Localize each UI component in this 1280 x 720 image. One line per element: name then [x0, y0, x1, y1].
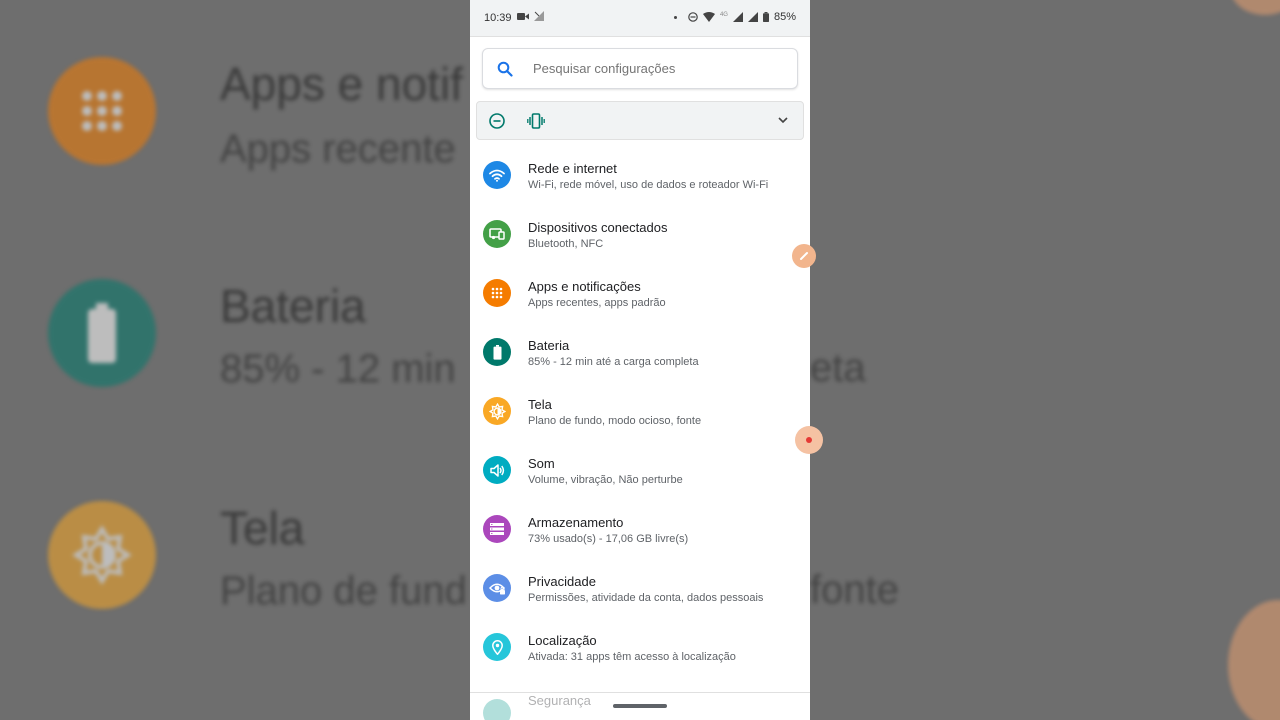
- setting-subtitle: Wi-Fi, rede móvel, uso de dados e rotead…: [528, 179, 769, 191]
- setting-subtitle: 85% - 12 min até a carga completa: [528, 356, 699, 368]
- video-camera-icon: [517, 12, 529, 20]
- search-input[interactable]: [533, 61, 773, 76]
- pencil-icon: [800, 252, 808, 260]
- floating-record-button[interactable]: [795, 426, 823, 454]
- bg-apps-subtitle: Apps recente: [220, 127, 456, 171]
- setting-item-sound[interactable]: Som Volume, vibração, Não perturbe: [470, 440, 810, 499]
- setting-subtitle: Bluetooth, NFC: [528, 238, 604, 250]
- setting-subtitle: Apps recentes, apps padrão: [528, 297, 666, 309]
- setting-item-location[interactable]: Localização Ativada: 31 apps têm acesso …: [470, 617, 810, 676]
- setting-subtitle: Ativada: 31 apps têm acesso à localizaçã…: [528, 651, 736, 663]
- bg-floating-record-button: [1228, 600, 1280, 720]
- setting-item-privacy[interactable]: Privacidade Permissões, atividade da con…: [470, 558, 810, 617]
- setting-title: Dispositivos conectados: [528, 220, 668, 235]
- storage-icon: [483, 515, 511, 543]
- setting-subtitle: 73% usado(s) - 17,06 GB livre(s): [528, 533, 689, 545]
- security-icon: [483, 699, 511, 720]
- setting-title: Privacidade: [528, 574, 596, 589]
- conditions-bar[interactable]: [476, 101, 804, 140]
- bg-battery-subtitle-right: eta: [810, 346, 866, 390]
- apps-grid-icon: [483, 279, 511, 307]
- bg-display-title: Tela: [220, 502, 305, 554]
- phone-screen: 10:39 4G 85% Rede e internet: [470, 0, 810, 720]
- home-gesture-handle[interactable]: [613, 704, 667, 708]
- setting-title: Tela: [528, 397, 552, 412]
- signal-icon: [732, 12, 743, 22]
- dnd-status-icon: [688, 12, 698, 22]
- battery-percent: 85%: [773, 11, 796, 23]
- setting-subtitle: Plano de fundo, modo ocioso, fonte: [528, 415, 702, 427]
- wifi-icon: [483, 161, 511, 189]
- setting-item-battery[interactable]: Bateria 85% - 12 min até a carga complet…: [470, 322, 810, 381]
- volume-icon: [483, 456, 511, 484]
- brightness-icon: [483, 397, 511, 425]
- signal-secondary-icon: [747, 12, 758, 22]
- setting-title: Rede e internet: [528, 161, 617, 176]
- bg-apps-grid-icon: [48, 57, 156, 165]
- privacy-eye-icon: [483, 574, 511, 602]
- location-pin-icon: [483, 633, 511, 661]
- setting-subtitle: Permissões, atividade da conta, dados pe…: [528, 592, 764, 604]
- status-bar: 10:39 4G 85%: [470, 0, 810, 37]
- search-icon: [497, 61, 513, 77]
- bg-battery-subtitle: 85% - 12 min: [220, 347, 456, 391]
- bg-display-subtitle-right: fonte: [810, 568, 899, 612]
- setting-item-apps[interactable]: Apps e notificações Apps recentes, apps …: [470, 263, 810, 322]
- floating-pen-button[interactable]: [792, 244, 816, 268]
- bg-brightness-icon: [48, 501, 156, 609]
- setting-item-network[interactable]: Rede e internet Wi-Fi, rede móvel, uso d…: [470, 145, 810, 204]
- setting-title: Localização: [528, 633, 597, 648]
- vibrate-icon[interactable]: [527, 113, 545, 129]
- bg-battery-icon: [48, 279, 156, 387]
- setting-title: Segurança: [528, 693, 591, 708]
- record-dot-icon: [806, 437, 812, 443]
- chevron-down-icon[interactable]: [777, 115, 789, 125]
- wifi-status-icon: [702, 12, 715, 22]
- bg-display-subtitle: Plano de fund: [220, 569, 467, 613]
- network-type-label: 4G: [719, 11, 728, 18]
- setting-item-display[interactable]: Tela Plano de fundo, modo ocioso, fonte: [470, 381, 810, 440]
- bg-apps-title: Apps e notif: [220, 58, 463, 110]
- battery-status-icon: [762, 12, 769, 22]
- settings-list: Rede e internet Wi-Fi, rede móvel, uso d…: [470, 145, 810, 676]
- status-time: 10:39: [484, 12, 512, 24]
- setting-title: Armazenamento: [528, 515, 624, 530]
- bg-battery-title: Bateria: [220, 280, 366, 332]
- setting-title: Apps e notificações: [528, 279, 641, 294]
- search-bar[interactable]: [482, 48, 798, 89]
- do-not-disturb-icon[interactable]: [489, 113, 505, 129]
- devices-icon: [483, 220, 511, 248]
- setting-title: Bateria: [528, 338, 570, 353]
- setting-subtitle: Volume, vibração, Não perturbe: [528, 474, 683, 486]
- no-signal-icon: [534, 11, 544, 21]
- setting-title: Som: [528, 456, 555, 471]
- setting-item-storage[interactable]: Armazenamento 73% usado(s) - 17,06 GB li…: [470, 499, 810, 558]
- bg-floating-bubble: [1230, 0, 1280, 15]
- battery-icon: [483, 338, 511, 366]
- navigation-divider: [470, 692, 810, 693]
- setting-item-devices[interactable]: Dispositivos conectados Bluetooth, NFC: [470, 204, 810, 263]
- notification-dot-icon: [673, 15, 677, 19]
